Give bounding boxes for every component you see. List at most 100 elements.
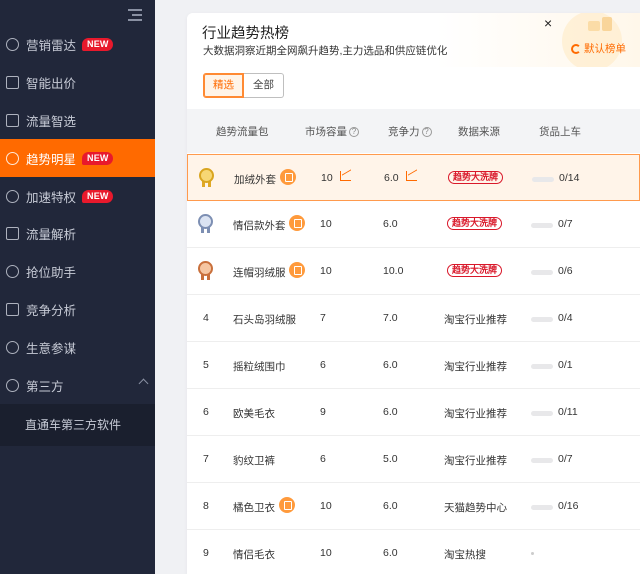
header-market-capacity: 市场容量? (305, 124, 359, 139)
sidebar-menu: 营销雷达 NEW 智能出价 流量智选 趋势明星 NEW 加速特权 NEW 流量解… (0, 26, 155, 446)
filter-tabs: 精选 全部 (203, 73, 284, 98)
rank-number: 6 (203, 406, 209, 418)
trend-package-name: 摇粒绒围巾 (233, 361, 286, 373)
tab-featured[interactable]: 精选 (203, 73, 244, 98)
product-tag-icon[interactable] (289, 262, 305, 278)
market-capacity-value: 10 (320, 218, 332, 230)
trend-chart-icon[interactable] (340, 171, 351, 181)
trend-package-name: 橘色卫衣 (233, 502, 275, 514)
sidebar: 营销雷达 NEW 智能出价 流量智选 趋势明星 NEW 加速特权 NEW 流量解… (0, 0, 155, 574)
sidebar-item-marketing-radar[interactable]: 营销雷达 NEW (0, 26, 155, 64)
trend-package-name: 情侣毛衣 (233, 549, 275, 561)
rank-number: 9 (203, 547, 209, 559)
table-row[interactable]: 4 石头岛羽绒服 7 7.0 淘宝行业推荐 0/4 (187, 295, 640, 342)
competition-value: 6.0 (383, 406, 398, 418)
competition-value: 6.0 (383, 547, 398, 559)
trend-package-name: 欧美毛衣 (233, 408, 275, 420)
onboard-progress-text: 0/4 (558, 312, 573, 324)
header-competition: 竞争力? (388, 124, 432, 139)
traffic-icon (6, 113, 19, 127)
data-source-value: 淘宝行业推荐 (444, 314, 507, 326)
competition-value: 6.0 (383, 218, 398, 230)
table-row[interactable]: 连帽羽绒服 10 10.0 趋势大洗牌 0/6 (187, 248, 640, 295)
onboard-progress-bar (531, 317, 553, 322)
sidebar-item-business-advisor[interactable]: 生意参谋 (0, 328, 155, 366)
tab-all[interactable]: 全部 (244, 73, 284, 98)
sidebar-item-trend-star[interactable]: 趋势明星 NEW (0, 139, 155, 178)
onboard-progress-text: 0/14 (559, 172, 580, 184)
onboard-progress-bar (531, 552, 534, 555)
table-row[interactable]: 8 橘色卫衣 10 6.0 天猫趋势中心 0/16 (187, 483, 640, 530)
table-row[interactable]: 加绒外套 10 6.0 趋势大洗牌 0/14 (187, 154, 640, 201)
trend-package-name: 豹纹卫裤 (233, 455, 275, 467)
rank-number: 4 (203, 312, 209, 324)
table-row[interactable]: 情侣款外套 10 6.0 趋势大洗牌 0/7 (187, 201, 640, 248)
rank-medal-icon (198, 261, 213, 280)
collapse-menu-icon[interactable] (126, 9, 142, 23)
competition-value: 5.0 (383, 453, 398, 465)
header-trend-package: 趋势流量包 (216, 126, 269, 138)
table-row[interactable]: 5 摇粒绒围巾 6 6.0 淘宝行业推荐 0/1 (187, 342, 640, 389)
advisor-icon (6, 340, 19, 354)
table-row[interactable]: 6 欧美毛衣 9 6.0 淘宝行业推荐 0/11 (187, 389, 640, 436)
data-source-value: 淘宝行业推荐 (444, 408, 507, 420)
header-decoration-icon (540, 13, 640, 67)
market-capacity-value: 6 (320, 359, 326, 371)
submenu-item-third-party-software[interactable]: 直通车第三方软件 (0, 403, 155, 446)
new-badge: NEW (82, 151, 113, 165)
onboard-progress-bar (531, 505, 553, 510)
analysis-icon (6, 227, 19, 241)
sidebar-item-competition-analysis[interactable]: 竞争分析 (0, 291, 155, 329)
market-capacity-value: 10 (320, 500, 332, 512)
onboard-progress-bar (531, 223, 553, 228)
trend-chart-icon[interactable] (406, 171, 417, 181)
table-row[interactable]: 7 豹纹卫裤 6 5.0 淘宝行业推荐 0/7 (187, 436, 640, 483)
sidebar-item-position-assistant[interactable]: 抢位助手 (0, 253, 155, 291)
market-capacity-value: 10 (320, 265, 332, 277)
onboard-progress-bar (531, 364, 553, 369)
trend-package-name: 石头岛羽绒服 (233, 314, 296, 326)
refresh-icon (571, 43, 581, 54)
competition-value: 7.0 (383, 312, 398, 324)
header-data-source: 数据来源 (458, 126, 500, 138)
competition-icon (6, 302, 19, 316)
onboard-progress-bar (531, 270, 553, 275)
rank-medal-icon (198, 214, 213, 233)
trend-package-name: 加绒外套 (234, 174, 276, 186)
onboard-progress-bar (532, 177, 554, 182)
table-body: 加绒外套 10 6.0 趋势大洗牌 0/14 情侣款外套 10 6.0 趋势大洗牌 0/7 连帽羽绒… (187, 154, 640, 574)
data-source-value: 淘宝行业推荐 (444, 361, 507, 373)
competition-value: 6.0 (384, 172, 399, 184)
onboard-progress-text: 0/1 (558, 359, 573, 371)
hot-source-badge: 趋势大洗牌 (447, 264, 503, 277)
sidebar-item-speed-privilege[interactable]: 加速特权 NEW (0, 177, 155, 215)
help-icon[interactable]: ? (349, 126, 359, 137)
sidebar-item-traffic-select[interactable]: 流量智选 (0, 102, 155, 140)
table-row[interactable]: 9 情侣毛衣 10 6.0 淘宝热搜 (187, 530, 640, 574)
new-badge: NEW (82, 38, 113, 52)
help-icon[interactable]: ? (421, 126, 432, 137)
hot-source-badge: 趋势大洗牌 (447, 217, 503, 230)
sidebar-item-traffic-analysis[interactable]: 流量解析 (0, 215, 155, 253)
sidebar-item-smart-bid[interactable]: 智能出价 (0, 64, 155, 102)
third-party-icon (6, 378, 19, 392)
new-badge: NEW (82, 189, 113, 203)
product-tag-icon[interactable] (289, 215, 305, 231)
competition-value: 6.0 (383, 359, 398, 371)
product-tag-icon[interactable] (280, 169, 296, 185)
sidebar-item-third-party[interactable]: 第三方 (0, 366, 155, 404)
default-rank-button[interactable]: 默认榜单 (571, 41, 626, 56)
data-source-value: 淘宝热搜 (444, 549, 486, 561)
card-subtitle: 大数据洞察近期全网飙升趋势,主力选品和供应链优化 (203, 45, 448, 57)
onboard-progress-text: 0/7 (558, 453, 573, 465)
card-header: 行业趋势热榜 × 大数据洞察近期全网飙升趋势,主力选品和供应链优化 默认榜单 (187, 13, 640, 67)
rank-medal-icon (199, 168, 214, 187)
market-capacity-value: 10 (321, 172, 333, 184)
onboard-progress-text: 0/11 (558, 406, 578, 418)
card-title: 行业趋势热榜 (202, 26, 289, 42)
bid-icon (6, 76, 19, 90)
trend-package-name: 连帽羽绒服 (233, 267, 286, 279)
market-capacity-value: 6 (320, 453, 326, 465)
chevron-up-icon[interactable] (138, 378, 149, 389)
product-tag-icon[interactable] (279, 497, 295, 513)
